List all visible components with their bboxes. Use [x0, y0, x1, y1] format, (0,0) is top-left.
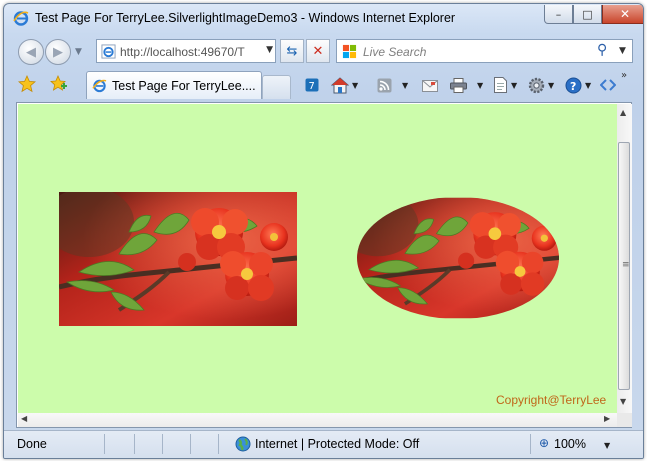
refresh-button[interactable]: ⇆	[280, 39, 304, 63]
feeds-dropdown-icon[interactable]: ▼	[402, 81, 408, 90]
print-button[interactable]: ▼	[450, 76, 483, 94]
translate-button[interactable]: 7	[305, 76, 319, 94]
page-ie-icon	[92, 79, 107, 93]
close-icon: ✕	[619, 7, 631, 21]
address-dropdown-icon[interactable]: ▼	[266, 45, 273, 55]
page-dropdown-icon[interactable]: ▼	[511, 81, 517, 90]
tools-icon	[528, 77, 545, 93]
help-icon: ?	[565, 77, 582, 93]
help-dropdown-icon[interactable]: ▼	[585, 81, 591, 90]
status-divider	[162, 434, 163, 454]
address-bar[interactable]: http://localhost:49670/T ▼	[96, 39, 276, 63]
page-viewport: Copyright@TerryLee ▲ ≡ ▼ ◀ ▶	[16, 102, 632, 428]
search-input[interactable]: Live Search	[363, 45, 426, 59]
mail-button[interactable]	[422, 76, 438, 94]
svg-text:?: ?	[570, 80, 576, 93]
add-favorites-icon[interactable]	[50, 75, 68, 93]
scroll-down-icon[interactable]: ▼	[620, 397, 626, 406]
stop-button[interactable]: ✕	[306, 39, 330, 63]
print-icon	[450, 77, 467, 93]
window-controls: – □ ✕	[544, 5, 643, 24]
flower-image-ellipse	[357, 197, 559, 319]
recent-pages-dropdown[interactable]: ▼	[75, 47, 82, 57]
home-dropdown-icon[interactable]: ▼	[352, 81, 358, 90]
magnifier-icon[interactable]: ⚲	[597, 42, 607, 58]
new-tab-button[interactable]	[262, 75, 291, 99]
forward-arrow-icon: ▶	[53, 44, 63, 60]
status-divider	[190, 434, 191, 454]
status-divider	[218, 434, 219, 454]
zoom-dropdown-icon[interactable]: ▼	[604, 441, 610, 450]
feeds-button[interactable]: ▼	[377, 76, 408, 94]
status-bar: Done Internet | Protected Mode: Off ⊕ 10…	[4, 430, 643, 458]
status-divider	[530, 434, 531, 454]
tools-menu-button[interactable]: ▼	[528, 76, 554, 94]
svg-text:7: 7	[309, 81, 315, 92]
copyright-text: Copyright@TerryLee	[496, 393, 607, 407]
internet-zone-globe-icon[interactable]	[235, 436, 251, 452]
security-zone-text[interactable]: Internet | Protected Mode: Off	[255, 437, 419, 451]
vertical-scroll-thumb[interactable]: ≡	[618, 142, 630, 390]
maximize-button[interactable]: □	[573, 5, 602, 24]
search-options-dropdown[interactable]: ▼	[619, 46, 626, 56]
home-icon	[331, 76, 349, 93]
toolbar-overflow-chevron[interactable]: »	[621, 70, 627, 81]
url-text[interactable]: http://localhost:49670/T	[120, 45, 255, 59]
back-arrow-icon: ◀	[26, 44, 36, 60]
minimize-icon: –	[555, 7, 562, 21]
scroll-left-icon[interactable]: ◀	[21, 414, 27, 423]
tab-active[interactable]: Test Page For TerryLee....	[86, 71, 262, 99]
forward-button[interactable]: ▶	[45, 39, 71, 65]
silverlight-content: Copyright@TerryLee	[18, 104, 617, 413]
minimize-button[interactable]: –	[544, 5, 573, 24]
page-icon	[494, 77, 507, 93]
research-button[interactable]	[600, 76, 616, 94]
close-button[interactable]: ✕	[602, 5, 643, 24]
feeds-icon	[377, 78, 392, 92]
tab-label: Test Page For TerryLee....	[112, 79, 256, 93]
live-search-logo-icon	[342, 44, 357, 59]
scroll-right-icon[interactable]: ▶	[604, 414, 610, 423]
mail-icon	[422, 79, 438, 92]
page-menu-button[interactable]: ▼	[493, 76, 517, 94]
translate-icon: 7	[305, 78, 319, 92]
browser-window: Test Page For TerryLee.SilverlightImageD…	[3, 3, 644, 459]
flower-image-rectangle	[59, 192, 297, 326]
grip-icon: ≡	[622, 260, 630, 270]
page-ie-icon	[101, 44, 116, 59]
status-divider	[104, 434, 105, 454]
status-divider	[134, 434, 135, 454]
status-text: Done	[17, 437, 47, 451]
ie-logo-icon	[13, 11, 29, 26]
research-icon	[600, 79, 616, 91]
horizontal-scrollbar[interactable]: ◀ ▶	[18, 413, 617, 427]
scroll-up-icon[interactable]: ▲	[620, 108, 626, 117]
home-button[interactable]: ▼	[331, 76, 358, 94]
title-bar[interactable]: Test Page For TerryLee.SilverlightImageD…	[4, 4, 643, 34]
favorites-star-icon[interactable]	[18, 75, 36, 93]
back-button[interactable]: ◀	[18, 39, 44, 65]
window-title: Test Page For TerryLee.SilverlightImageD…	[35, 11, 456, 25]
maximize-icon: □	[582, 7, 593, 21]
scrollbar-corner	[617, 413, 632, 427]
refresh-icon: ⇆	[286, 43, 298, 59]
zoom-magnifier-icon[interactable]: ⊕	[539, 436, 549, 450]
search-box[interactable]: Live Search ⚲ ▼	[336, 39, 633, 63]
tools-dropdown-icon[interactable]: ▼	[548, 81, 554, 90]
print-dropdown-icon[interactable]: ▼	[477, 81, 483, 90]
vertical-scrollbar[interactable]: ▲ ≡ ▼	[617, 104, 632, 413]
zoom-level[interactable]: 100%	[554, 437, 586, 451]
stop-icon: ✕	[312, 43, 324, 59]
help-menu-button[interactable]: ? ▼	[565, 76, 591, 94]
